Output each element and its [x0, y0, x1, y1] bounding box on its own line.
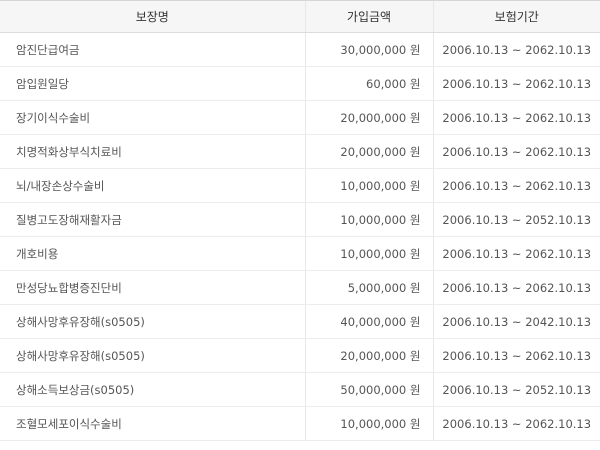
cell-period: 2006.10.13 ~ 2062.10.13: [432, 32, 600, 67]
cell-period: 2006.10.13 ~ 2052.10.13: [432, 372, 600, 407]
cell-period: 2006.10.13 ~ 2062.10.13: [432, 270, 600, 305]
cell-amount: 50,000,000 원: [304, 372, 433, 407]
column-header-amount: 가입금액: [304, 0, 433, 33]
cell-amount: 40,000,000 원: [304, 304, 433, 339]
cell-coverage-name: 상해사망후유장해(s0505): [0, 338, 305, 373]
cell-coverage-name: 개호비용: [0, 236, 305, 271]
cell-amount: 10,000,000 원: [304, 202, 433, 237]
table-row: 만성당뇨합병증진단비 5,000,000 원 2006.10.13 ~ 2062.1…: [0, 270, 600, 305]
cell-amount: 10,000,000 원: [304, 406, 433, 441]
table-header-row: 보장명 가입금액 보험기간: [0, 0, 600, 33]
cell-amount: 5,000,000 원: [304, 270, 433, 305]
table-row: 상해사망후유장해(s0505) 20,000,000 원 2006.10.13 ~ …: [0, 338, 600, 373]
cell-amount: 20,000,000 원: [304, 134, 433, 169]
column-header-period: 보험기간: [432, 0, 600, 33]
table-row: 조혈모세포이식수술비 10,000,000 원 2006.10.13 ~ 2062.…: [0, 406, 600, 441]
cell-period: 2006.10.13 ~ 2062.10.13: [432, 236, 600, 271]
cell-amount: 10,000,000 원: [304, 236, 433, 271]
table-row: 장기이식수술비 20,000,000 원 2006.10.13 ~ 2062.10.…: [0, 100, 600, 135]
table-row: 상해사망후유장해(s0505) 40,000,000 원 2006.10.13 ~ …: [0, 304, 600, 339]
cell-period: 2006.10.13 ~ 2062.10.13: [432, 66, 600, 101]
cell-coverage-name: 뇌/내장손상수술비: [0, 168, 305, 203]
coverage-table: 보장명 가입금액 보험기간 암진단급여금 30,000,000 원 2006.10.…: [0, 0, 600, 441]
cell-amount: 10,000,000 원: [304, 168, 433, 203]
cell-period: 2006.10.13 ~ 2062.10.13: [432, 406, 600, 441]
cell-amount: 30,000,000 원: [304, 32, 433, 67]
cell-coverage-name: 질병고도장해재활자금: [0, 202, 305, 237]
table-row: 치명적화상부식치료비 20,000,000 원 2006.10.13 ~ 2062.…: [0, 134, 600, 169]
cell-coverage-name: 상해사망후유장해(s0505): [0, 304, 305, 339]
column-header-name: 보장명: [0, 0, 305, 33]
table-row: 암진단급여금 30,000,000 원 2006.10.13 ~ 2062.10.1…: [0, 32, 600, 67]
cell-period: 2006.10.13 ~ 2062.10.13: [432, 338, 600, 373]
table-row: 암입원일당 60,000 원 2006.10.13 ~ 2062.10.13: [0, 66, 600, 101]
table-row: 질병고도장해재활자금 10,000,000 원 2006.10.13 ~ 2052.…: [0, 202, 600, 237]
cell-amount: 60,000 원: [304, 66, 433, 101]
table-body: 암진단급여금 30,000,000 원 2006.10.13 ~ 2062.10.1…: [0, 32, 600, 441]
table-row: 뇌/내장손상수술비 10,000,000 원 2006.10.13 ~ 2062.1…: [0, 168, 600, 203]
cell-period: 2006.10.13 ~ 2042.10.13: [432, 304, 600, 339]
table-row: 개호비용 10,000,000 원 2006.10.13 ~ 2062.10.13: [0, 236, 600, 271]
cell-coverage-name: 장기이식수술비: [0, 100, 305, 135]
cell-coverage-name: 상해소득보상금(s0505): [0, 372, 305, 407]
cell-amount: 20,000,000 원: [304, 100, 433, 135]
cell-period: 2006.10.13 ~ 2062.10.13: [432, 134, 600, 169]
cell-period: 2006.10.13 ~ 2062.10.13: [432, 168, 600, 203]
cell-amount: 20,000,000 원: [304, 338, 433, 373]
cell-coverage-name: 만성당뇨합병증진단비: [0, 270, 305, 305]
cell-coverage-name: 치명적화상부식치료비: [0, 134, 305, 169]
cell-coverage-name: 조혈모세포이식수술비: [0, 406, 305, 441]
table-row: 상해소득보상금(s0505) 50,000,000 원 2006.10.13 ~ 2…: [0, 372, 600, 407]
cell-period: 2006.10.13 ~ 2052.10.13: [432, 202, 600, 237]
cell-coverage-name: 암입원일당: [0, 66, 305, 101]
cell-coverage-name: 암진단급여금: [0, 32, 305, 67]
cell-period: 2006.10.13 ~ 2062.10.13: [432, 100, 600, 135]
